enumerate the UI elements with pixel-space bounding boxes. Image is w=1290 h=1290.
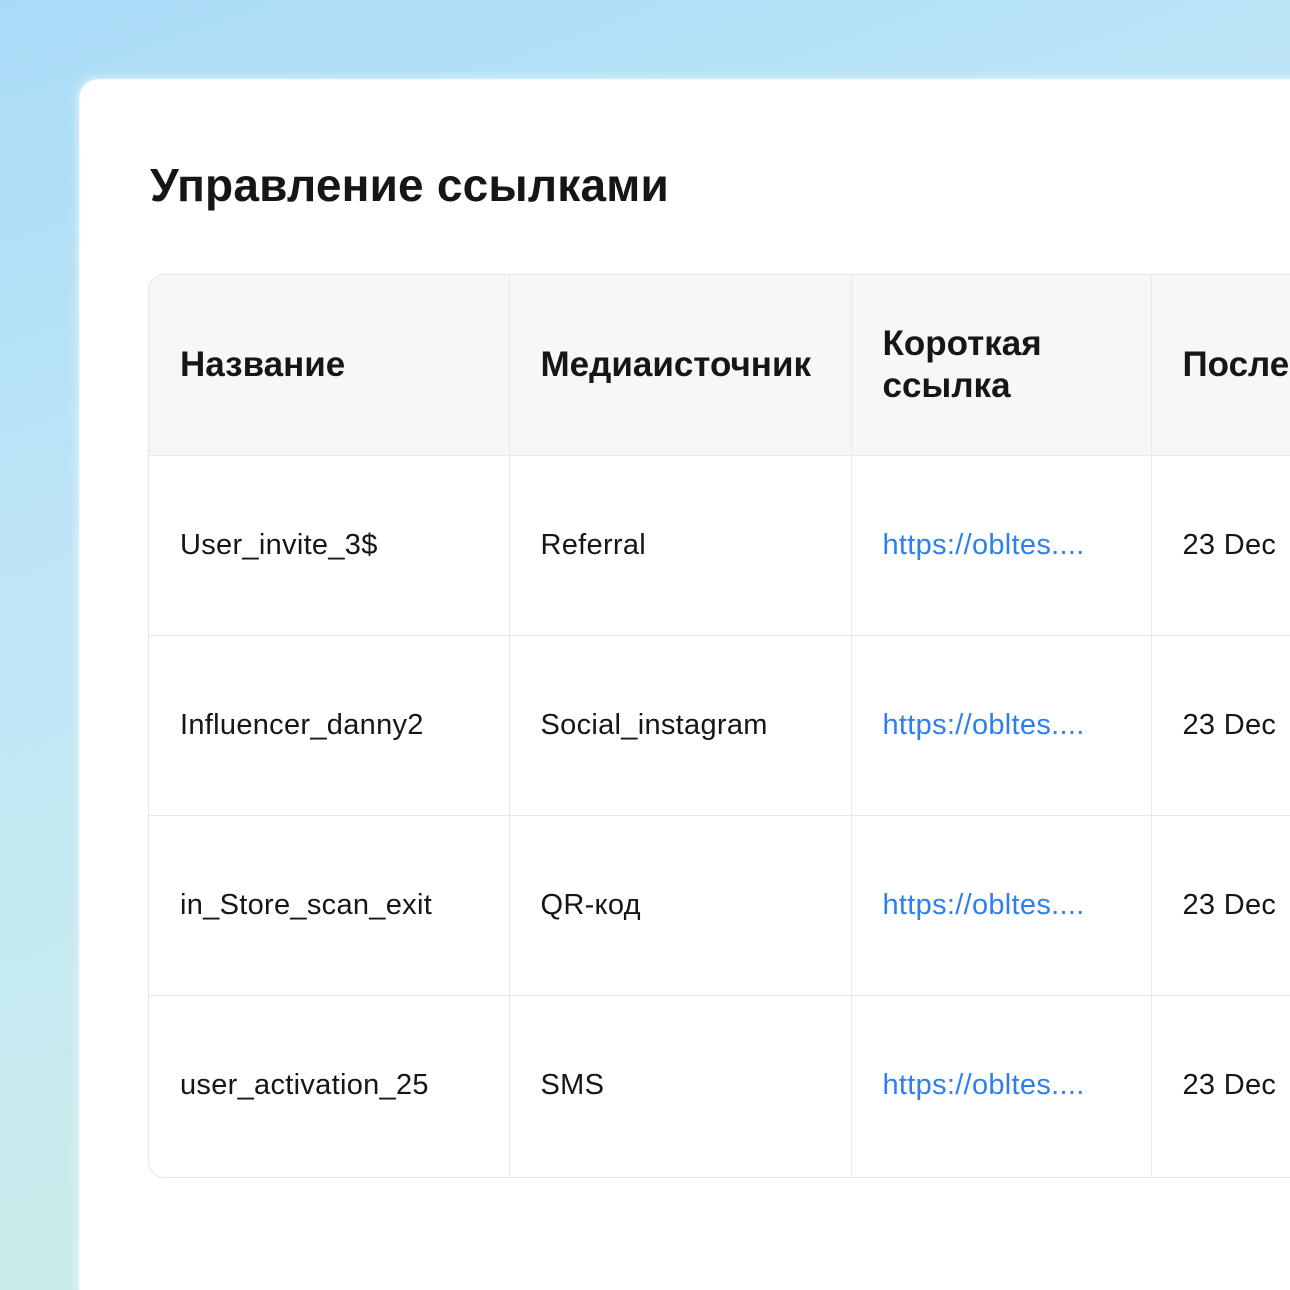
column-header-media-source[interactable]: Медиаисточник <box>509 275 852 456</box>
cell-name: in_Store_scan_exit <box>149 815 510 996</box>
cell-date: 23 Dec <box>1151 995 1290 1175</box>
cell-name: User_invite_3$ <box>149 455 510 636</box>
cell-date: 23 Dec <box>1151 635 1290 816</box>
cell-source: Referral <box>509 455 852 636</box>
table-header-row: Название Медиаисточник Короткая ссылка П… <box>149 275 1290 456</box>
table-row[interactable]: User_invite_3$ Referral https://obltes..… <box>149 455 1290 636</box>
cell-name: Influencer_danny2 <box>149 635 510 816</box>
short-link[interactable]: https://obltes.... <box>851 455 1152 636</box>
short-link[interactable]: https://obltes.... <box>851 815 1152 996</box>
column-header-last[interactable]: После <box>1151 275 1290 456</box>
cell-name: user_activation_25 <box>149 995 510 1175</box>
cell-date: 23 Dec <box>1151 815 1290 996</box>
links-table: Название Медиаисточник Короткая ссылка П… <box>148 274 1290 1178</box>
table-row[interactable]: Influencer_danny2 Social_instagram https… <box>149 635 1290 816</box>
page-title: Управление ссылками <box>150 159 670 211</box>
table-row[interactable]: in_Store_scan_exit QR-код https://obltes… <box>149 815 1290 996</box>
short-link[interactable]: https://obltes.... <box>851 635 1152 816</box>
column-header-name[interactable]: Название <box>149 275 510 456</box>
short-link[interactable]: https://obltes.... <box>851 995 1152 1175</box>
cell-source: QR-код <box>509 815 852 996</box>
links-panel: Управление ссылками Название Медиаисточн… <box>80 80 1290 1290</box>
cell-source: SMS <box>509 995 852 1175</box>
cell-source: Social_instagram <box>509 635 852 816</box>
column-header-short-link[interactable]: Короткая ссылка <box>851 275 1152 456</box>
cell-date: 23 Dec <box>1151 455 1290 636</box>
table-row[interactable]: user_activation_25 SMS https://obltes...… <box>149 995 1290 1175</box>
